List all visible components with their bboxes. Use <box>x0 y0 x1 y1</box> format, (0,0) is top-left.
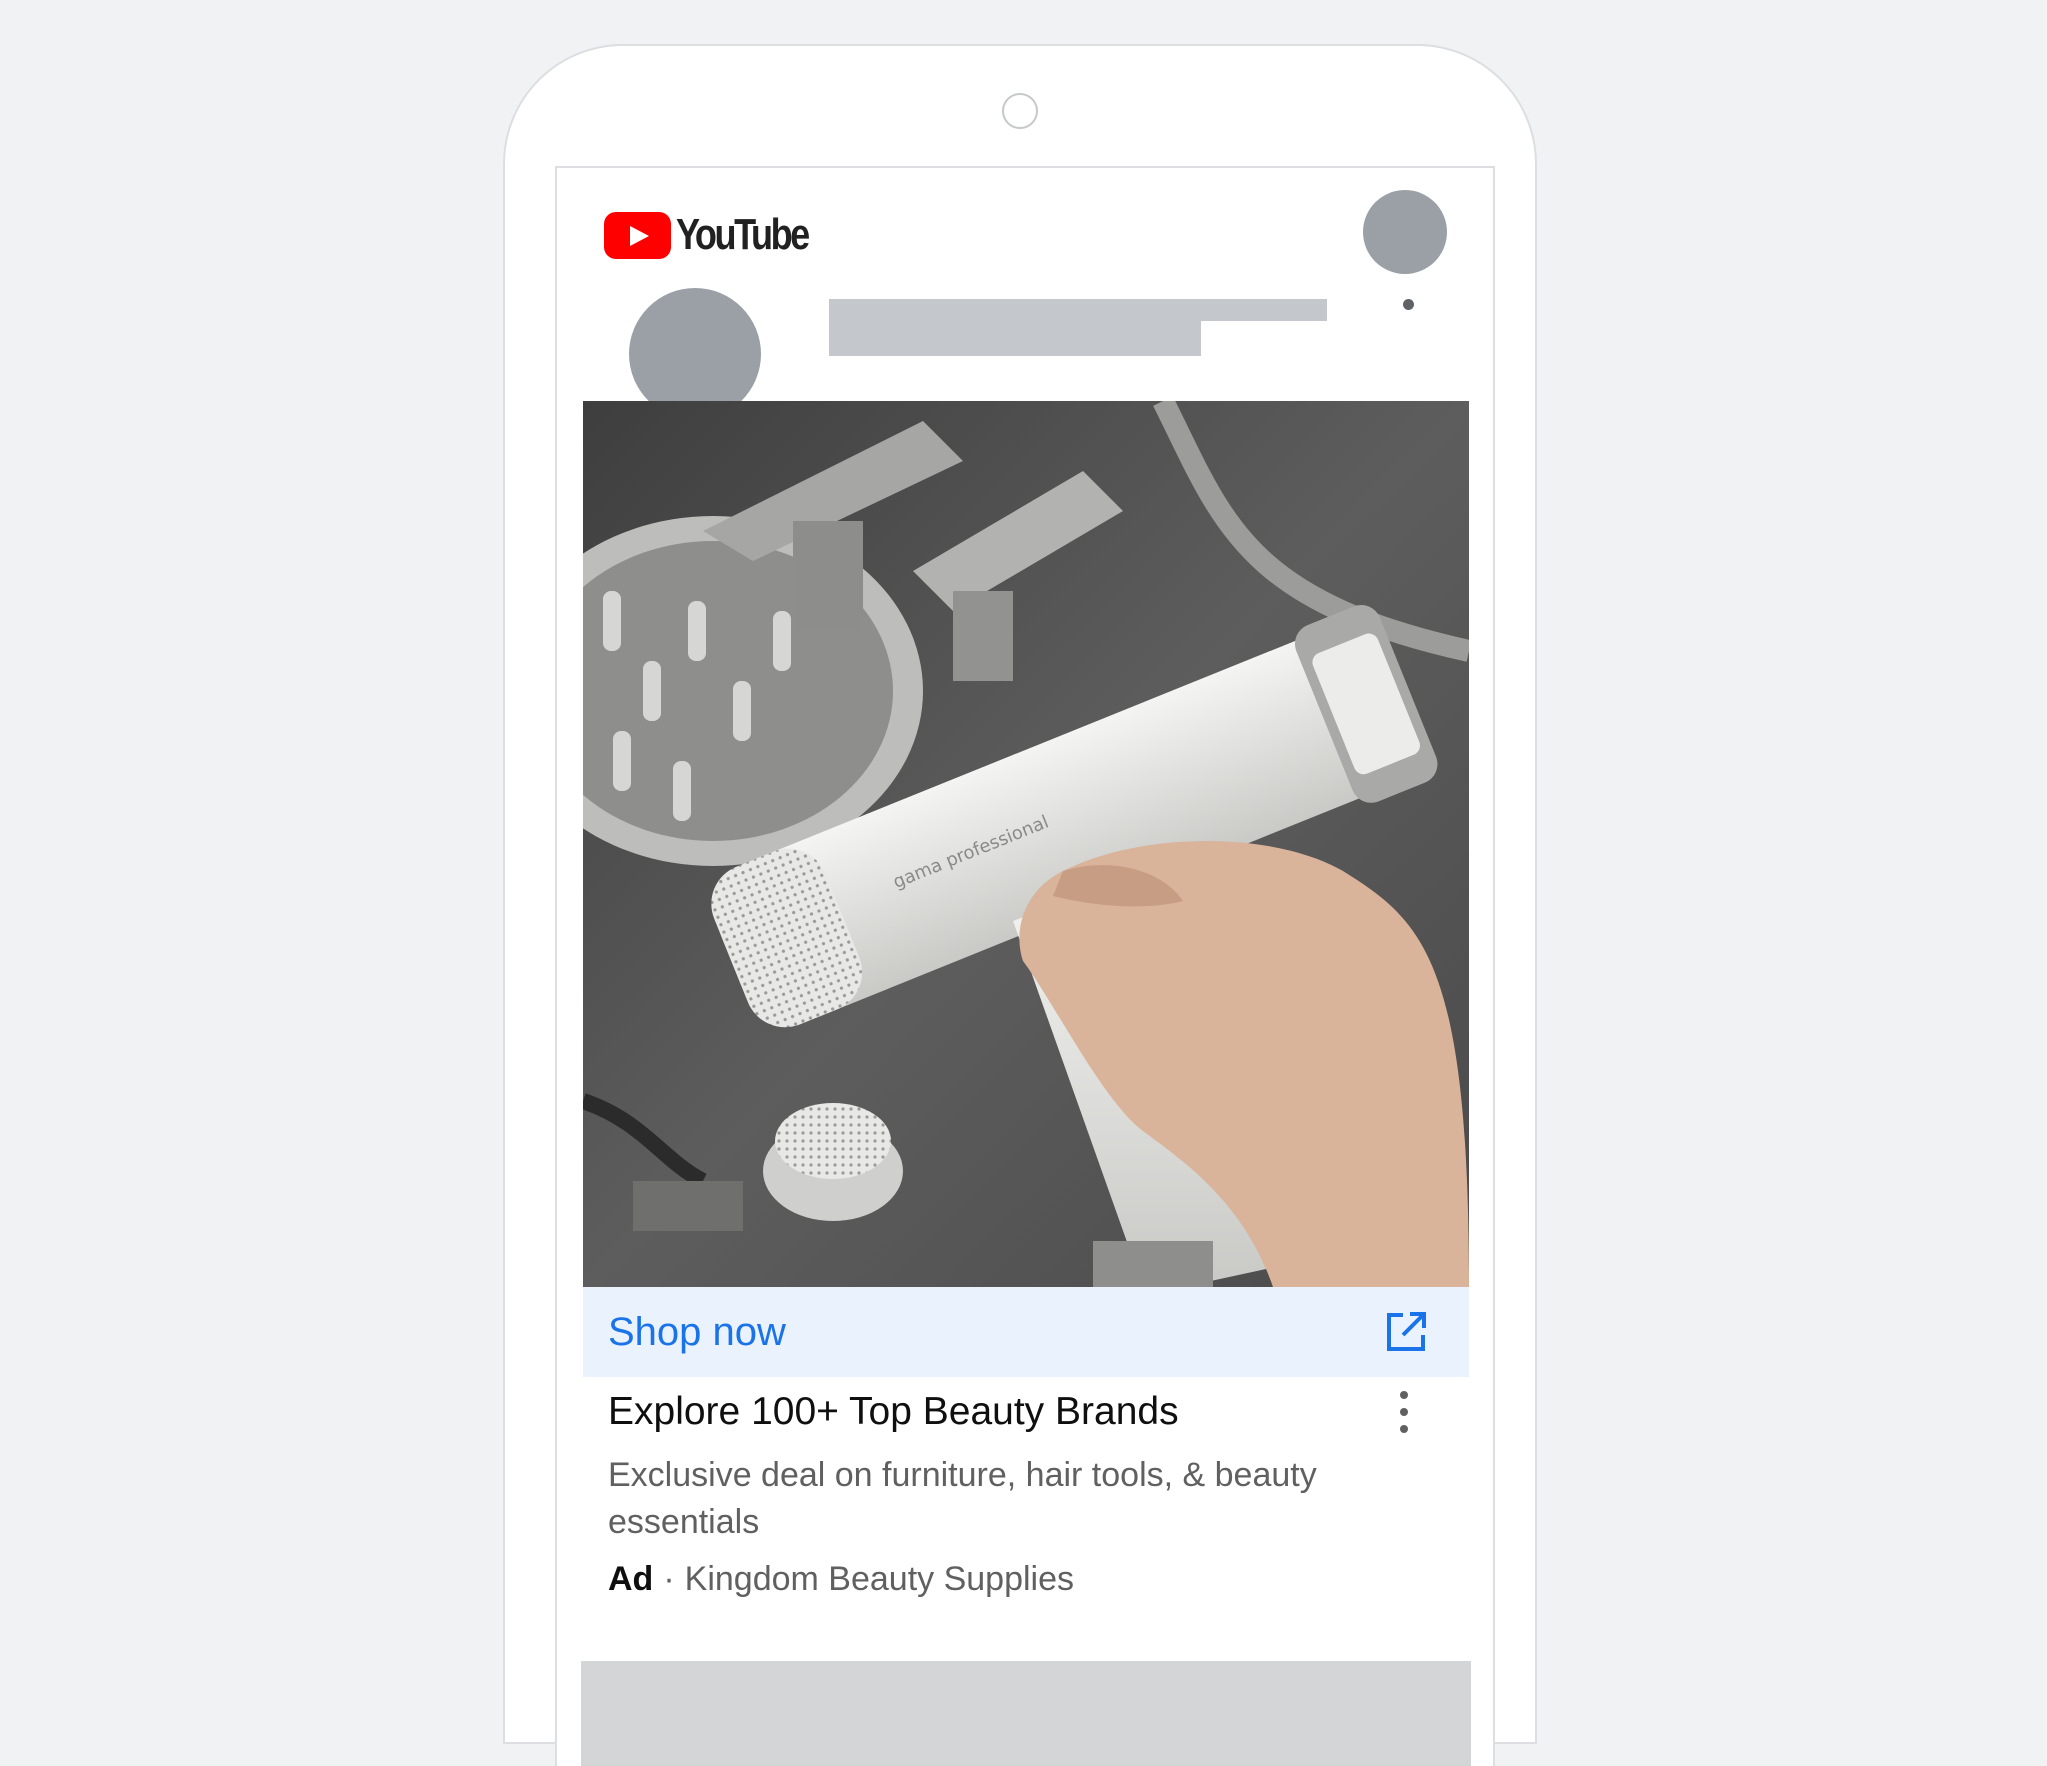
ad-title[interactable]: Explore 100+ Top Beauty Brands <box>608 1390 1179 1434</box>
hair-dryer-image: gama professional <box>583 401 1469 1287</box>
phone-frame: YouTube gama professional Shop now Explo… <box>503 44 1537 1766</box>
account-avatar[interactable] <box>1363 190 1447 274</box>
youtube-wordmark: YouTube <box>676 210 810 259</box>
advertiser-name[interactable]: Kingdom Beauty Supplies <box>685 1560 1074 1598</box>
camera-icon <box>1002 93 1038 129</box>
ad-description: Exclusive deal on furniture, hair tools,… <box>608 1456 1317 1541</box>
ad-meta: Ad · Kingdom Beauty Supplies <box>608 1560 1074 1599</box>
phone-screen: YouTube gama professional Shop now Explo… <box>555 166 1495 1766</box>
youtube-play-icon <box>604 211 671 259</box>
youtube-logo[interactable]: YouTube <box>604 210 837 260</box>
ad-product-image[interactable]: gama professional <box>583 401 1469 1287</box>
next-feed-item-placeholder <box>581 1661 1471 1766</box>
more-vert-icon[interactable] <box>1399 1391 1409 1435</box>
subtitle-placeholder <box>829 318 1201 356</box>
ad-badge: Ad <box>608 1560 654 1598</box>
meta-separator: · <box>663 1560 675 1598</box>
shop-now-label: Shop now <box>608 1309 786 1354</box>
shop-now-cta[interactable]: Shop now <box>583 1287 1469 1377</box>
live-dot-indicator <box>1403 299 1414 310</box>
open-in-new-icon[interactable] <box>1383 1309 1429 1355</box>
